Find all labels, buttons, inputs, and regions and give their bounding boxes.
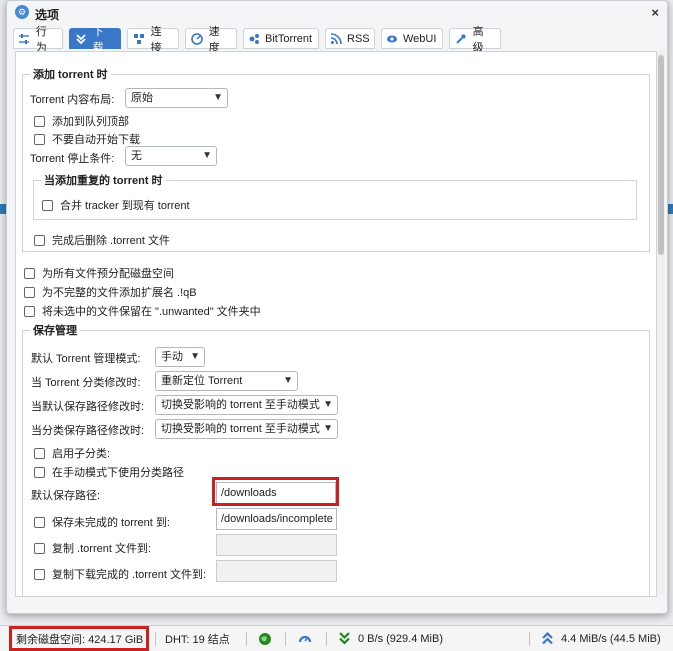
unwanted-folder-checkbox[interactable] <box>24 305 35 317</box>
dht-status: DHT: 19 结点 <box>165 633 230 646</box>
merge-trackers-option[interactable]: 合并 tracker 到现有 torrent <box>42 197 190 213</box>
separator <box>529 632 530 646</box>
separator <box>285 632 286 646</box>
sliders-icon <box>18 32 31 46</box>
category-changed-label: 当 Torrent 分类修改时: <box>31 377 141 389</box>
add-to-top-option[interactable]: 添加到队列顶部 <box>34 113 129 129</box>
no-autostart-checkbox[interactable] <box>34 133 45 145</box>
dialog-titlebar: ⚙ 选项 × <box>7 1 667 25</box>
downloads-panel: 添加 torrent 时 Torrent 内容布局: 原始 ▼ 添加到队列顶部 不… <box>15 51 657 597</box>
no-autostart-option[interactable]: 不要自动开始下载 <box>34 131 140 147</box>
content-layout-select[interactable]: 原始 ▼ <box>125 88 228 108</box>
dialog-title: 选项 <box>35 8 60 22</box>
preallocate-checkbox[interactable] <box>24 267 35 279</box>
copy-finished-checkbox[interactable] <box>34 568 45 580</box>
download-speed-status: 0 B/s (929.4 MiB) <box>338 626 443 651</box>
app-icon: ⚙ <box>15 5 29 19</box>
merge-trackers-checkbox[interactable] <box>42 199 53 211</box>
incomplete-checkbox[interactable] <box>34 516 45 528</box>
add-torrent-group: 添加 torrent 时 <box>22 66 650 252</box>
rss-icon <box>330 32 342 46</box>
stop-condition-select[interactable]: 无 ▼ <box>125 146 217 166</box>
category-paths-option[interactable]: 在手动模式下使用分类路径 <box>34 464 184 480</box>
download-icon <box>74 32 88 46</box>
bittorrent-icon <box>248 32 260 46</box>
subcategories-option[interactable]: 启用子分类: <box>34 445 110 461</box>
group-legend: 添加 torrent 时 <box>33 69 108 81</box>
append-extension-option[interactable]: 为不完整的文件添加扩展名 .!qB <box>24 284 197 300</box>
separator <box>155 632 156 646</box>
save-path-highlight <box>212 477 339 506</box>
default-mode-label: 默认 Torrent 管理模式: <box>31 353 141 365</box>
scrollbar-thumb[interactable] <box>658 55 664 255</box>
speedometer-icon <box>190 32 204 46</box>
chevron-down-icon: ▼ <box>323 423 333 434</box>
tab-rss[interactable]: RSS <box>325 28 375 49</box>
default-save-path-label: 默认保存路径: <box>31 490 101 502</box>
webui-icon <box>386 32 398 46</box>
chevron-down-icon: ▼ <box>202 150 212 161</box>
close-button[interactable]: × <box>651 5 659 20</box>
stop-condition-label: Torrent 停止条件: <box>30 153 115 165</box>
delete-torrent-option[interactable]: 完成后删除 .torrent 文件 <box>34 232 170 248</box>
subcategories-checkbox[interactable] <box>34 447 45 459</box>
speed-limit-icon[interactable] <box>298 626 312 651</box>
default-path-changed-select[interactable]: 切换受影响的 torrent 至手动模式 ▼ <box>155 395 338 415</box>
category-path-changed-select[interactable]: 切换受影响的 torrent 至手动模式 ▼ <box>155 419 338 439</box>
copy-torrent-checkbox[interactable] <box>34 542 45 554</box>
tab-downloads[interactable]: 下载 <box>69 26 121 54</box>
connection-status-icon[interactable] <box>258 626 272 651</box>
category-paths-checkbox[interactable] <box>34 466 45 478</box>
default-path-changed-label: 当默认保存路径修改时: <box>31 401 145 413</box>
separator <box>326 632 327 646</box>
delete-torrent-checkbox[interactable] <box>34 234 45 246</box>
add-to-top-checkbox[interactable] <box>34 115 45 127</box>
tab-behavior[interactable]: 行为 <box>13 26 63 54</box>
tab-speed[interactable]: 速度 <box>185 26 237 54</box>
copy-torrent-option[interactable]: 复制 .torrent 文件到: <box>34 540 151 556</box>
tab-webui[interactable]: WebUI <box>381 28 443 49</box>
group-legend: 保存管理 <box>33 325 77 337</box>
vertical-scrollbar[interactable] <box>657 51 665 595</box>
tab-bittorrent[interactable]: BitTorrent <box>243 28 319 49</box>
tab-connection[interactable]: 连接 <box>127 26 179 54</box>
upload-arrow-icon <box>541 632 554 645</box>
copy-finished-path-input[interactable] <box>216 560 337 582</box>
copy-torrent-path-input[interactable] <box>216 534 337 556</box>
chevron-down-icon: ▼ <box>283 375 293 386</box>
append-extension-checkbox[interactable] <box>24 286 35 298</box>
incomplete-option[interactable]: 保存未完成的 torrent 到: <box>34 514 170 530</box>
network-icon <box>132 32 146 46</box>
content-layout-label: Torrent 内容布局: <box>30 94 115 106</box>
upload-speed-status: 4.4 MiB/s (44.5 MiB) <box>541 626 661 651</box>
unwanted-folder-option[interactable]: 将未选中的文件保留在 ".unwanted" 文件夹中 <box>24 303 261 319</box>
incomplete-path-input[interactable]: /downloads/incomplete <box>216 508 337 530</box>
copy-finished-option[interactable]: 复制下载完成的 .torrent 文件到: <box>34 566 206 582</box>
status-bar: 剩余磁盘空间: 424.17 GiB DHT: 19 结点 0 B/s (929… <box>0 625 673 651</box>
default-mode-select[interactable]: 手动 ▼ <box>155 347 205 367</box>
chevron-down-icon: ▼ <box>213 92 223 103</box>
tab-advanced[interactable]: 高级 <box>449 26 501 54</box>
chevron-down-icon: ▼ <box>323 399 333 410</box>
group-legend: 当添加重复的 torrent 时 <box>44 175 163 187</box>
chevron-down-icon: ▼ <box>190 351 200 362</box>
free-space-highlight <box>9 626 149 651</box>
preallocate-option[interactable]: 为所有文件预分配磁盘空间 <box>24 265 174 281</box>
wrench-icon <box>454 32 468 46</box>
category-path-changed-label: 当分类保存路径修改时: <box>31 425 145 437</box>
category-changed-select[interactable]: 重新定位 Torrent ▼ <box>155 371 298 391</box>
separator <box>246 632 247 646</box>
download-arrow-icon <box>338 632 351 645</box>
options-dialog: ⚙ 选项 × 行为 下载 连接 速度 BitTorrent RSS WebUI … <box>6 0 668 614</box>
